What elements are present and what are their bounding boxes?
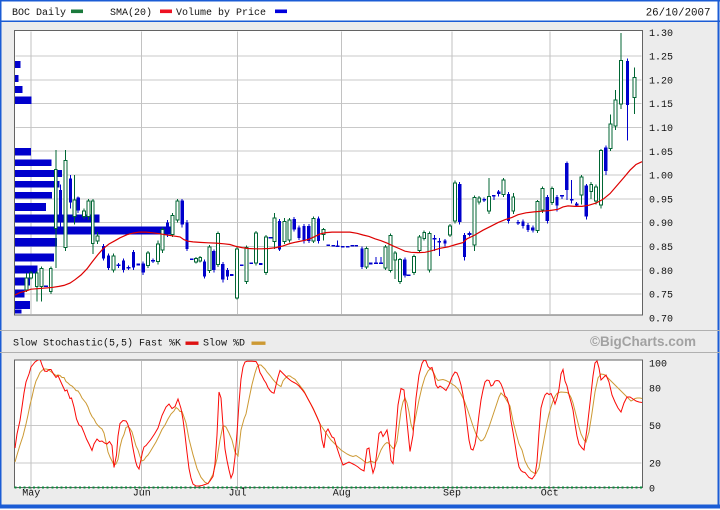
svg-text:Volume by Price: Volume by Price [176,7,266,19]
svg-text:Jun: Jun [133,489,151,500]
svg-text:0.90: 0.90 [649,219,673,230]
svg-text:0.85: 0.85 [649,243,673,254]
svg-text:0.80: 0.80 [649,267,673,278]
svg-text:0.95: 0.95 [649,195,673,206]
svg-text:20: 20 [649,460,661,471]
svg-text:1.30: 1.30 [649,29,673,40]
svg-text:Slow %D: Slow %D [203,338,245,350]
svg-text:1.25: 1.25 [649,53,673,64]
svg-text:©BigCharts.com: ©BigCharts.com [590,334,696,349]
svg-text:1.10: 1.10 [649,124,673,135]
svg-text:1.00: 1.00 [649,172,673,183]
svg-text:Aug: Aug [333,489,351,500]
svg-text:100: 100 [649,360,667,371]
svg-text:1.20: 1.20 [649,76,673,87]
svg-text:Oct: Oct [541,489,559,500]
svg-text:Jul: Jul [228,488,246,500]
svg-text:May: May [22,489,40,500]
svg-text:0: 0 [649,485,655,496]
svg-text:0.70: 0.70 [649,314,673,325]
svg-text:80: 80 [649,385,661,396]
svg-text:1.15: 1.15 [649,100,673,111]
svg-text:26/10/2007: 26/10/2007 [646,8,711,20]
svg-text:SMA(20): SMA(20) [110,7,152,19]
svg-text:1.05: 1.05 [649,148,673,159]
svg-text:Sep: Sep [443,489,461,500]
svg-text:Slow Stochastic(5,5) Fast %K: Slow Stochastic(5,5) Fast %K [13,338,181,350]
svg-text:BOC Daily: BOC Daily [12,7,66,19]
svg-text:0.75: 0.75 [649,291,673,302]
svg-text:50: 50 [649,422,661,433]
